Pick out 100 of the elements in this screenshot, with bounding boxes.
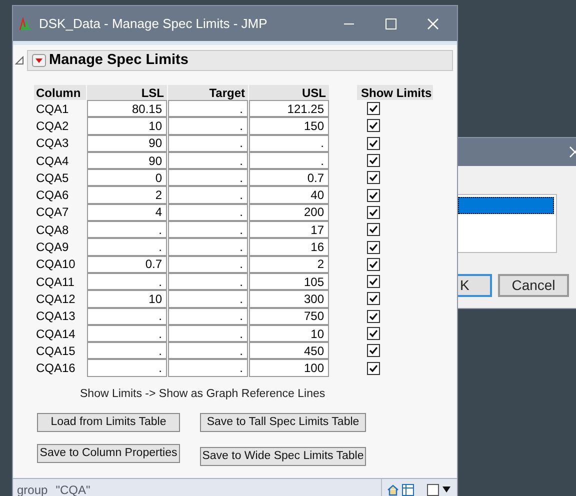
action-button[interactable]: Load from Limits Table	[37, 413, 180, 432]
row-label: CQA12	[35, 290, 76, 308]
action-button[interactable]: Save to Tall Spec Limits Table	[200, 413, 366, 432]
target-field[interactable]: .	[168, 117, 248, 135]
target-field[interactable]: .	[168, 359, 248, 377]
target-field[interactable]: .	[168, 272, 248, 290]
target-field[interactable]: .	[168, 221, 248, 238]
row-label: CQA4	[35, 152, 70, 170]
list-box[interactable]	[458, 194, 557, 253]
row-label: CQA9	[35, 239, 70, 256]
lsl-field[interactable]: 90	[87, 152, 167, 170]
checkbox[interactable]	[367, 258, 380, 271]
column-header: Target	[168, 85, 248, 100]
lsl-field[interactable]: 2	[87, 186, 167, 204]
target-field[interactable]: .	[168, 290, 248, 308]
dialog-button[interactable]: Cancel	[498, 274, 569, 297]
usl-field[interactable]: 2	[249, 256, 329, 273]
disclosure-icon[interactable]	[15, 56, 24, 65]
usl-field[interactable]: 121.25	[249, 100, 329, 118]
menu-icon[interactable]	[32, 54, 46, 67]
action-button[interactable]: Save to Column Properties	[37, 444, 180, 463]
status-label: group	[17, 482, 48, 496]
dropdown-icon[interactable]	[442, 486, 451, 493]
checkbox[interactable]	[367, 171, 380, 184]
lsl-field[interactable]: 10	[87, 117, 167, 135]
checkbox[interactable]	[367, 136, 380, 150]
chart-icon	[19, 16, 33, 30]
checkbox[interactable]	[367, 344, 380, 358]
checkbox[interactable]	[367, 102, 380, 116]
target-field[interactable]: .	[168, 100, 248, 118]
lsl-field[interactable]: 4	[87, 204, 167, 222]
column-header: Show Limits	[357, 85, 433, 100]
target-field[interactable]: .	[168, 256, 248, 273]
usl-field[interactable]: 40	[249, 186, 329, 204]
lsl-field[interactable]: 0	[87, 169, 167, 186]
target-field[interactable]: .	[168, 152, 248, 170]
row-label: CQA7	[35, 204, 70, 222]
target-field[interactable]: .	[168, 238, 248, 256]
usl-field[interactable]: 300	[249, 290, 329, 308]
target-field[interactable]: .	[168, 342, 248, 360]
usl-field[interactable]: 450	[249, 342, 329, 360]
usl-field[interactable]: .	[249, 134, 329, 152]
usl-field[interactable]: 105	[249, 272, 329, 290]
target-field[interactable]: .	[168, 204, 248, 222]
list-item[interactable]	[458, 197, 554, 214]
lsl-field[interactable]: .	[87, 308, 167, 325]
action-button[interactable]: Save to Wide Spec Limits Table	[200, 447, 366, 466]
checkbox[interactable]	[367, 327, 380, 340]
close-icon[interactable]	[427, 18, 439, 30]
checkbox[interactable]	[367, 154, 380, 168]
usl-field[interactable]: 0.7	[249, 169, 329, 186]
target-field[interactable]: .	[168, 186, 248, 204]
row-label: CQA3	[35, 135, 70, 152]
checkbox[interactable]	[367, 310, 380, 323]
note-text: Show Limits -> Show as Graph Reference Lines	[80, 386, 326, 402]
home-icon[interactable]	[387, 484, 399, 496]
lsl-field[interactable]: .	[87, 221, 167, 238]
usl-field[interactable]: .	[249, 152, 329, 170]
usl-field[interactable]: 750	[249, 308, 329, 325]
lsl-field[interactable]: .	[87, 359, 167, 377]
target-field[interactable]: .	[168, 308, 248, 325]
checkbox[interactable]	[367, 223, 380, 236]
usl-field[interactable]: 17	[249, 221, 329, 238]
lsl-field[interactable]: .	[87, 272, 167, 290]
target-field[interactable]: .	[168, 134, 248, 152]
checkbox[interactable]	[367, 275, 380, 288]
target-field[interactable]: .	[168, 169, 248, 186]
checkbox[interactable]	[367, 188, 380, 202]
row-label: CQA15	[35, 342, 76, 360]
usl-field[interactable]: 200	[249, 204, 329, 222]
usl-field[interactable]: 16	[249, 238, 329, 256]
usl-field[interactable]: 100	[249, 359, 329, 377]
usl-field[interactable]: 10	[249, 324, 329, 342]
maximize-icon[interactable]	[385, 18, 397, 30]
row-label: CQA8	[35, 222, 70, 238]
checkbox[interactable]	[367, 240, 380, 254]
lsl-field[interactable]: .	[87, 238, 167, 256]
lsl-field[interactable]: 0.7	[87, 256, 167, 273]
status-value: "CQA"	[56, 482, 90, 496]
row-label: CQA14	[35, 326, 76, 342]
row-label: CQA5	[35, 170, 70, 186]
target-field[interactable]: .	[168, 324, 248, 342]
usl-field[interactable]: 150	[249, 117, 329, 135]
checkbox[interactable]	[367, 362, 380, 375]
lsl-field[interactable]: 90	[87, 134, 167, 152]
lsl-field[interactable]: 80.15	[87, 100, 167, 118]
checkbox[interactable]	[367, 206, 380, 219]
checkbox[interactable]	[367, 119, 380, 132]
row-label: CQA11	[35, 274, 76, 290]
lsl-field[interactable]: .	[87, 342, 167, 360]
table-icon[interactable]	[402, 484, 414, 496]
dialog-button[interactable]: K	[458, 274, 492, 297]
color-swatch[interactable]	[427, 484, 439, 496]
lsl-field[interactable]: .	[87, 324, 167, 342]
checkbox[interactable]	[367, 292, 380, 306]
window-title: DSK_Data - Manage Spec Limits - JMP	[39, 14, 268, 33]
column-header: Column	[34, 85, 86, 100]
lsl-field[interactable]: 10	[87, 290, 167, 308]
outline-title: Manage Spec Limits	[49, 50, 188, 70]
row-label: CQA6	[35, 187, 70, 204]
